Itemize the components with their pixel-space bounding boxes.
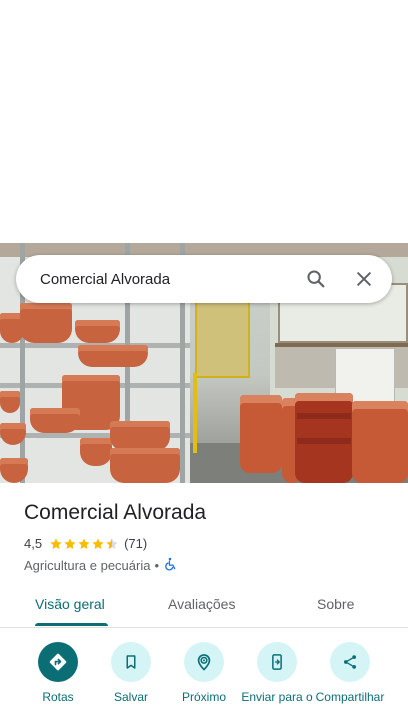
photo-large-pot	[352, 401, 408, 483]
blank-header-area	[0, 0, 408, 243]
star-half-icon	[106, 537, 118, 549]
tab-avaliacoes[interactable]: Avaliações	[168, 596, 235, 612]
place-title: Comercial Alvorada	[24, 501, 207, 524]
share-icon	[330, 642, 370, 682]
photo-pot	[110, 421, 170, 451]
star-icon	[50, 537, 62, 549]
wheelchair-icon	[163, 557, 177, 574]
photo-yellow-frame	[193, 373, 197, 453]
photo-pot	[30, 408, 80, 433]
star-icon	[78, 537, 90, 549]
photo-pot	[80, 438, 112, 466]
photo-pot	[78, 345, 148, 367]
place-category: Agricultura e pecuária	[24, 558, 151, 573]
search-input[interactable]: Comercial Alvorada	[40, 271, 292, 288]
tab-bar: Visão geral Avaliações Sobre	[0, 586, 408, 628]
separator-dot: •	[154, 558, 160, 573]
nearby-button[interactable]: Próximo	[164, 642, 244, 704]
directions-icon	[38, 642, 78, 682]
save-button[interactable]: Salvar	[91, 642, 171, 704]
star-icon	[92, 537, 104, 549]
tab-visao-geral[interactable]: Visão geral	[35, 596, 105, 612]
directions-button[interactable]: Rotas	[18, 642, 98, 704]
save-label: Salvar	[113, 690, 148, 704]
category-row: Agricultura e pecuária •	[24, 557, 177, 574]
bookmark-icon	[111, 642, 151, 682]
star-icon	[64, 537, 76, 549]
tab-sobre[interactable]: Sobre	[317, 596, 354, 612]
photo-pot	[20, 303, 72, 343]
photo-pot	[75, 320, 120, 343]
search-bar[interactable]: Comercial Alvorada	[16, 255, 392, 303]
close-icon[interactable]	[340, 255, 388, 303]
share-label: Compartilhar	[315, 690, 385, 704]
review-count[interactable]: (71)	[124, 536, 147, 551]
photo-large-pot	[240, 395, 282, 473]
rating-stars	[49, 537, 119, 551]
photo-pot	[0, 391, 20, 413]
rating-row[interactable]: 4,5 (71)	[24, 536, 147, 551]
send-to-phone-button[interactable]: Enviar para o	[237, 642, 317, 704]
photo-pot-stripe	[297, 413, 351, 419]
send-to-phone-icon	[257, 642, 297, 682]
search-icon[interactable]	[292, 255, 340, 303]
send-to-phone-label: Enviar para o	[241, 690, 313, 704]
photo-pot-stripe	[297, 438, 351, 444]
photo-pot	[110, 448, 180, 483]
share-button[interactable]: Compartilhar	[310, 642, 390, 704]
action-bar: Rotas Salvar Próximo Enviar para o Compa…	[0, 642, 408, 726]
directions-label: Rotas	[42, 690, 74, 704]
rating-value: 4,5	[24, 536, 43, 551]
nearby-label: Próximo	[181, 690, 226, 704]
nearby-icon	[184, 642, 224, 682]
active-tab-indicator	[35, 623, 108, 626]
